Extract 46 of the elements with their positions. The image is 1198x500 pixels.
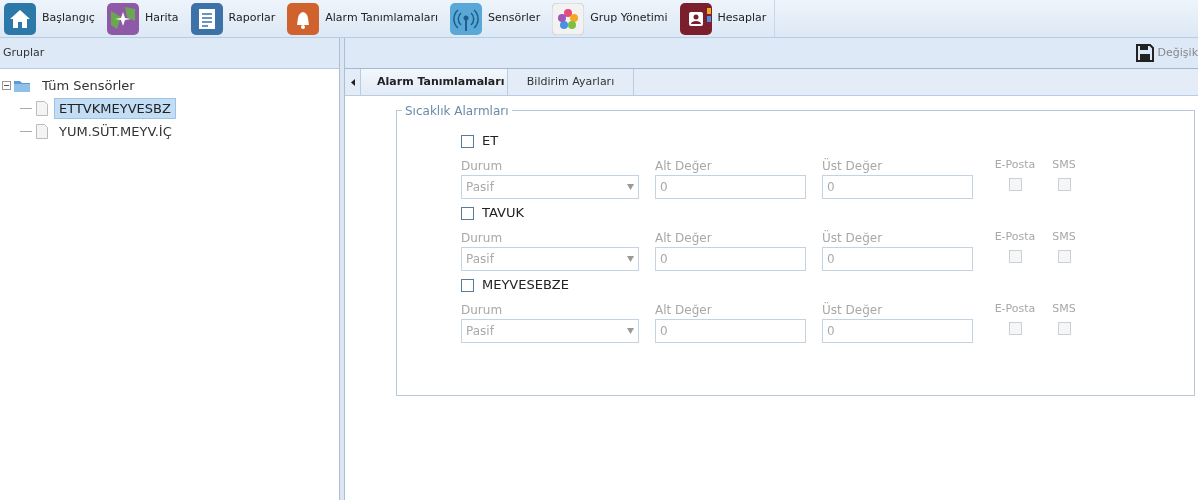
tree-item[interactable]: Tüm Sensörler (37, 74, 140, 97)
antenna-icon (450, 2, 483, 35)
tree-item[interactable]: ETTVKMEYVESBZ (54, 97, 176, 120)
field-label: E-Posta (994, 229, 1036, 245)
field-label: Durum (461, 158, 504, 175)
toolbar-button[interactable]: Sensörler (446, 0, 545, 37)
field-label: Alt Değer (655, 302, 713, 319)
alarm-name: TAVUK (482, 204, 524, 223)
flower-icon (552, 2, 585, 35)
field-label: SMS (1052, 229, 1076, 245)
tab[interactable]: Alarm Tanımlamaları (361, 69, 508, 95)
dropdown-caret-icon (627, 328, 634, 334)
toolbar-button[interactable]: Raporlar (186, 0, 280, 37)
toolbar-button[interactable]: Başlangıç (0, 0, 99, 37)
panel-header: Gruplar (0, 38, 339, 69)
field-label: Durum (461, 302, 504, 319)
file-icon (36, 124, 48, 139)
address-book-icon (679, 2, 712, 35)
document-icon (190, 2, 223, 35)
field-label: Durum (461, 230, 504, 247)
tree-item[interactable]: YUM.SÜT.MEYV.İÇ (54, 120, 177, 143)
dropdown-caret-icon (627, 256, 634, 262)
field-label: Üst Değer (822, 157, 884, 175)
file-icon (36, 101, 48, 116)
triangle-left-icon (350, 78, 355, 86)
field-label: Üst Değer (822, 301, 884, 319)
field-label: Alt Değer (655, 158, 713, 175)
field-label: Alt Değer (655, 230, 713, 247)
field-label: SMS (1052, 157, 1076, 173)
dropdown-caret-icon (627, 184, 634, 190)
toolbar-button[interactable]: Grup Yönetimi (548, 0, 672, 37)
alarm-name: MEYVESEBZE (482, 276, 569, 295)
toolbar-button[interactable]: Harita (102, 0, 183, 37)
map-icon (106, 2, 139, 35)
folder-icon (13, 78, 31, 93)
field-label: E-Posta (994, 157, 1036, 173)
house-icon (4, 2, 36, 35)
bell-icon (287, 2, 320, 35)
toolbar-button[interactable]: Alarm Tanımlamaları (283, 0, 443, 37)
toolbar-button[interactable]: Hesaplar (675, 0, 771, 37)
field-label: Üst Değer (822, 229, 884, 247)
alarm-name: ET (482, 132, 499, 151)
collapse-icon[interactable] (2, 81, 11, 90)
save-icon (1135, 44, 1154, 62)
field-label: SMS (1052, 301, 1076, 317)
field-label: E-Posta (994, 301, 1036, 317)
